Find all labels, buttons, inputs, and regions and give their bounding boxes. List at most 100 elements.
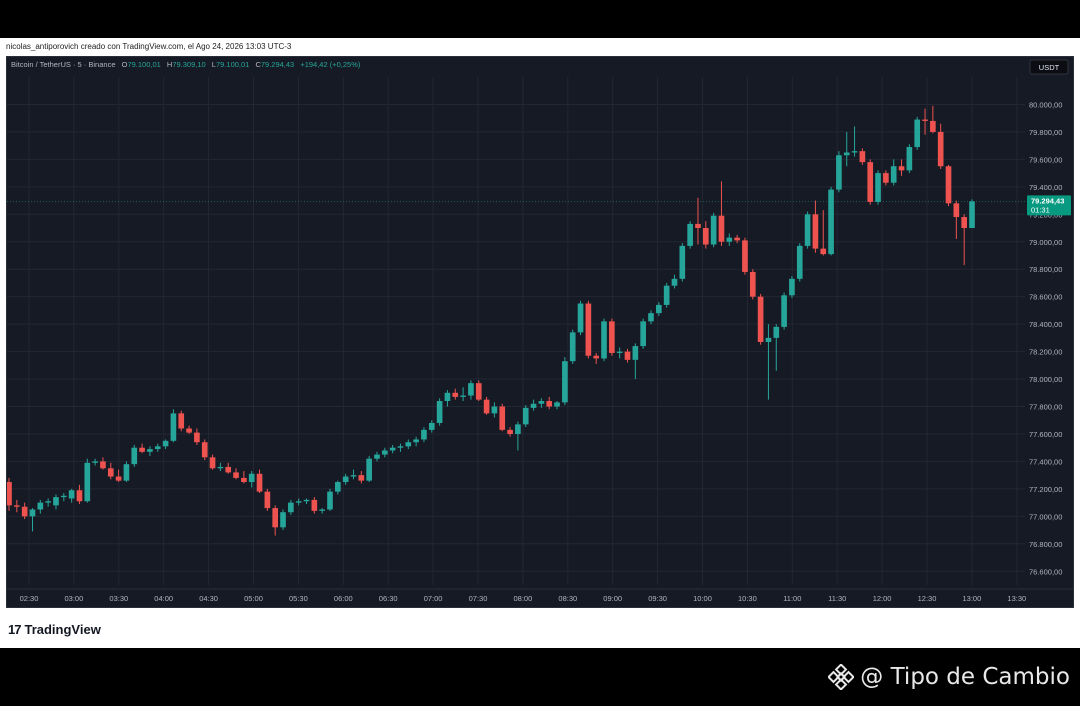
candle-down[interactable]	[499, 403, 506, 432]
candle-up[interactable]	[389, 444, 396, 454]
candle-up[interactable]	[616, 347, 623, 359]
candle-down[interactable]	[194, 428, 200, 445]
candle-up[interactable]	[804, 211, 811, 249]
candle-up[interactable]	[170, 409, 177, 443]
candle-down[interactable]	[115, 469, 122, 483]
candle-down[interactable]	[241, 471, 247, 484]
candle-down[interactable]	[186, 425, 192, 434]
candle-up[interactable]	[656, 302, 662, 316]
candle-down[interactable]	[749, 269, 756, 300]
candle-up[interactable]	[530, 399, 537, 411]
candle-up[interactable]	[374, 451, 380, 462]
candle-up[interactable]	[906, 144, 913, 174]
candle-down[interactable]	[178, 410, 185, 432]
candle-down[interactable]	[233, 468, 239, 480]
candle-down[interactable]	[961, 214, 967, 266]
candle-up[interactable]	[428, 420, 435, 433]
candle-up[interactable]	[679, 243, 686, 282]
candle-up[interactable]	[789, 276, 795, 299]
candle-up[interactable]	[123, 461, 130, 483]
candle-down[interactable]	[76, 484, 83, 504]
candle-down[interactable]	[859, 148, 866, 165]
candle-down[interactable]	[14, 499, 20, 513]
candle-up[interactable]	[569, 329, 576, 364]
candle-up[interactable]	[60, 493, 67, 502]
candle-up[interactable]	[491, 402, 498, 418]
candle-down[interactable]	[272, 505, 279, 536]
candle-down[interactable]	[358, 471, 365, 484]
candle-down[interactable]	[225, 462, 232, 474]
candle-up[interactable]	[147, 446, 153, 456]
candle-up[interactable]	[397, 443, 404, 452]
candle-down[interactable]	[209, 454, 216, 470]
candle-up[interactable]	[319, 508, 325, 514]
candle-up[interactable]	[765, 324, 772, 400]
candle-down[interactable]	[585, 300, 592, 359]
candle-up[interactable]	[796, 243, 803, 282]
candle-up[interactable]	[522, 405, 529, 428]
candle-down[interactable]	[107, 462, 114, 480]
candle-up[interactable]	[444, 390, 451, 407]
candle-up[interactable]	[381, 447, 388, 458]
candle-up[interactable]	[288, 499, 294, 515]
candle-down[interactable]	[624, 348, 631, 363]
candle-up[interactable]	[710, 212, 717, 248]
candle-down[interactable]	[695, 197, 701, 245]
candle-down[interactable]	[609, 318, 615, 356]
candle-up[interactable]	[303, 498, 310, 504]
candle-down[interactable]	[256, 469, 263, 494]
currency-badge[interactable]: USDT	[1029, 59, 1069, 75]
candle-down[interactable]	[311, 497, 318, 514]
candle-up[interactable]	[914, 116, 921, 150]
candle-up[interactable]	[648, 310, 654, 325]
candle-up[interactable]	[640, 318, 646, 349]
candlestick-chart[interactable]: 76.600,00 76.800,00 77.000,00 77.200,00 77.4…	[7, 57, 1073, 607]
candle-down[interactable]	[898, 159, 905, 176]
candle-down[interactable]	[757, 293, 764, 345]
candle-down[interactable]	[820, 210, 827, 256]
candle-down[interactable]	[475, 380, 482, 402]
candle-up[interactable]	[890, 159, 897, 186]
candle-down[interactable]	[945, 164, 952, 207]
candle-down[interactable]	[483, 396, 490, 415]
candle-up[interactable]	[217, 462, 224, 472]
candle-up[interactable]	[154, 443, 161, 452]
candle-down[interactable]	[139, 443, 145, 454]
candle-up[interactable]	[350, 469, 357, 480]
candle-up[interactable]	[29, 508, 36, 532]
candle-up[interactable]	[468, 380, 474, 400]
candle-up[interactable]	[84, 458, 91, 503]
candle-down[interactable]	[264, 488, 271, 511]
candle-up[interactable]	[726, 233, 733, 246]
candle-up[interactable]	[969, 199, 975, 229]
candle-down[interactable]	[867, 159, 874, 205]
candle-up[interactable]	[781, 292, 787, 330]
candle-down[interactable]	[937, 123, 944, 169]
candle-down[interactable]	[742, 237, 748, 275]
candle-down[interactable]	[7, 477, 12, 511]
candle-up[interactable]	[836, 151, 842, 193]
candle-up[interactable]	[131, 444, 138, 467]
candle-down[interactable]	[452, 388, 459, 400]
candle-up[interactable]	[851, 126, 858, 157]
candle-up[interactable]	[843, 131, 850, 167]
candle-up[interactable]	[671, 274, 678, 289]
candle-up[interactable]	[421, 427, 427, 443]
candle-down[interactable]	[507, 427, 513, 437]
candle-up[interactable]	[554, 401, 560, 410]
candle-down[interactable]	[930, 105, 936, 134]
candle-up[interactable]	[405, 439, 412, 450]
candle-up[interactable]	[295, 498, 302, 506]
candle-up[interactable]	[366, 455, 372, 483]
candle-up[interactable]	[53, 494, 59, 510]
candle-up[interactable]	[687, 221, 693, 249]
candle-up[interactable]	[335, 480, 341, 495]
candle-down[interactable]	[812, 200, 819, 253]
candle-up[interactable]	[413, 436, 419, 447]
candle-down[interactable]	[593, 352, 600, 364]
tradingview-brand[interactable]: 17 TradingView	[8, 622, 101, 637]
candle-up[interactable]	[436, 398, 443, 426]
candle-up[interactable]	[601, 318, 607, 362]
candle-up[interactable]	[632, 343, 639, 380]
candle-up[interactable]	[92, 458, 98, 466]
